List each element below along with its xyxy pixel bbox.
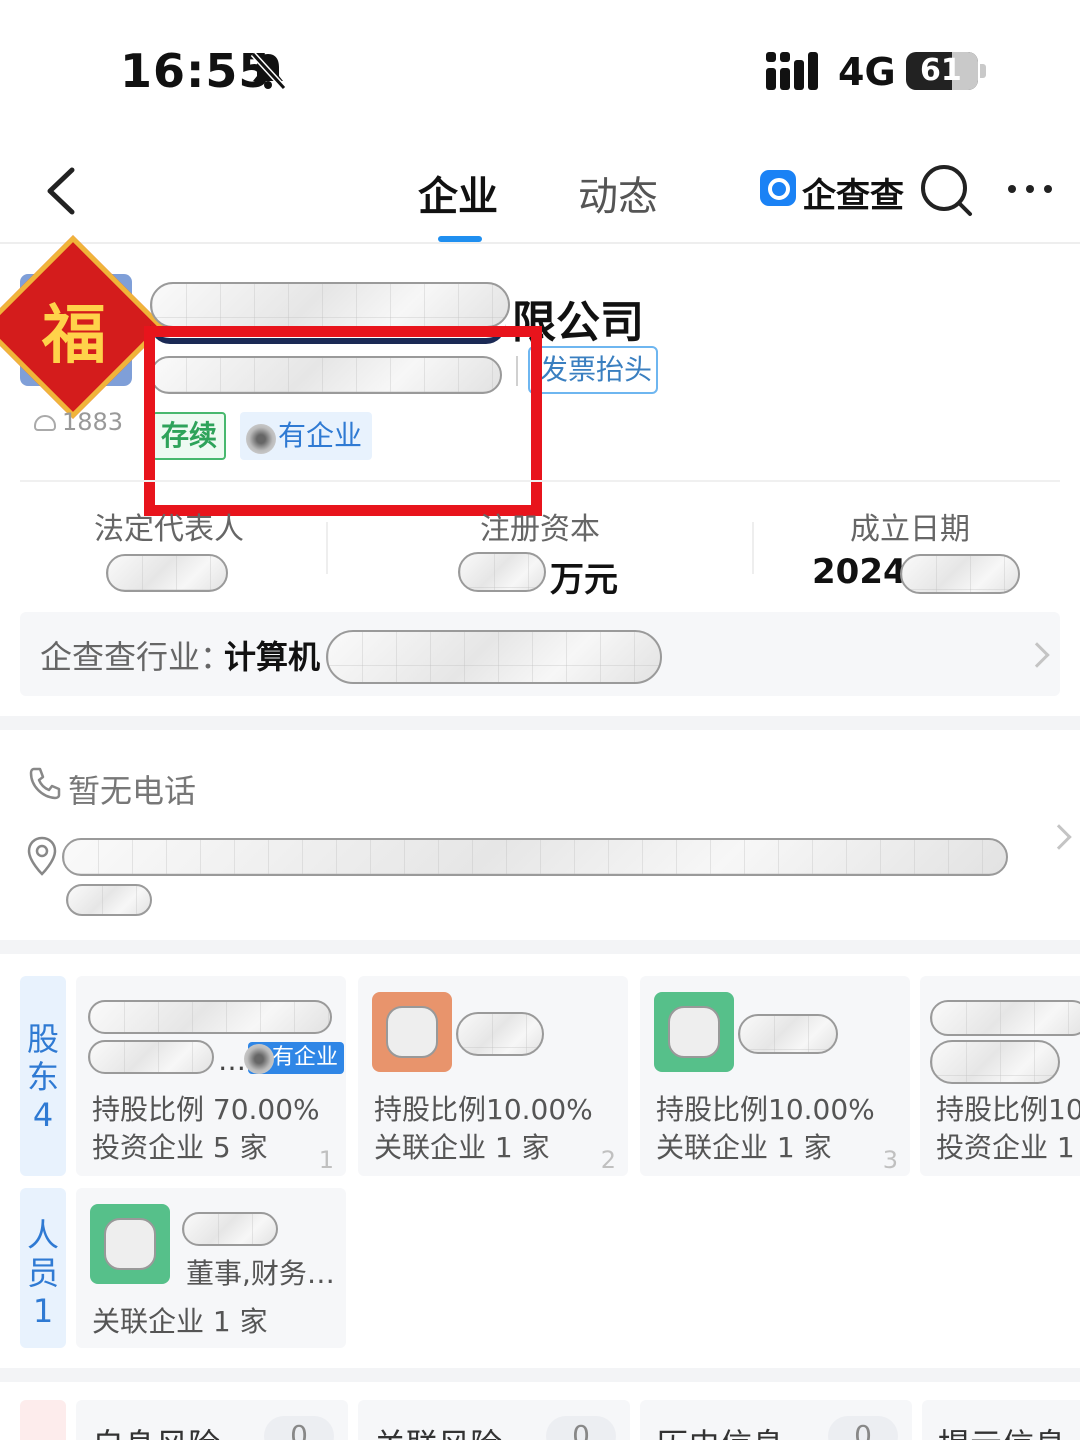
- shareholding-ratio: 持股比例10: [936, 1093, 1080, 1126]
- network-type: 4G: [838, 50, 896, 94]
- shareholder-name-line2-masked: [88, 1040, 214, 1074]
- section-divider: [0, 716, 1080, 730]
- view-count-value: 1883: [62, 408, 124, 436]
- bell-muted-icon: [250, 51, 287, 90]
- brand-name: 企查查: [802, 176, 904, 216]
- risk-count: 0: [828, 1416, 898, 1440]
- status-bar: 16:55 4G 61: [0, 0, 1080, 130]
- qichacha-logo-icon: [760, 170, 796, 206]
- staff-count: 1: [32, 1292, 54, 1330]
- founded-date-masked: [900, 554, 1020, 594]
- founded-year: 2024: [812, 552, 907, 592]
- side-label-char: 股: [26, 1020, 59, 1058]
- avatar: [654, 992, 734, 1072]
- shareholder-card[interactable]: 持股比例10.00% 关联企业 1 家 2: [358, 976, 628, 1176]
- capital-value-masked: [458, 552, 546, 592]
- shareholder-card[interactable]: … 有企业 持股比例 70.00% 投资企业 5 家 1: [76, 976, 346, 1176]
- side-label-char: 员: [26, 1254, 59, 1292]
- masked-char: [244, 1044, 274, 1074]
- battery-level: 61: [920, 53, 962, 88]
- ellipsis: …: [218, 1044, 246, 1077]
- legal-rep-value-masked[interactable]: [106, 554, 228, 592]
- section-divider: [0, 1368, 1080, 1382]
- risk-side-label[interactable]: [20, 1400, 66, 1440]
- avatar: [90, 1204, 170, 1284]
- risk-item-notice[interactable]: 提示信息: [922, 1400, 1080, 1440]
- view-count: 1883: [34, 408, 123, 436]
- company-name-masked: [150, 282, 510, 328]
- risk-item-related[interactable]: 关联风险 0: [358, 1400, 630, 1440]
- risk-count: 0: [546, 1416, 616, 1440]
- risk-label: 关联风险: [374, 1420, 502, 1440]
- risk-item-self[interactable]: 自身风险 0: [76, 1400, 348, 1440]
- shareholding-ratio: 持股比例10.00%: [374, 1093, 593, 1126]
- tab-active-indicator: [438, 236, 482, 242]
- fortune-char: 福: [42, 298, 106, 373]
- views-icon: [34, 415, 56, 431]
- divider: [752, 522, 754, 574]
- avatar: [372, 992, 452, 1072]
- nav-bar: 企业 动态 企查查: [0, 130, 1080, 244]
- location-pin-icon: [27, 836, 57, 876]
- divider: [20, 480, 1060, 482]
- industry-value: 计算机: [224, 638, 321, 676]
- signal-icon: [766, 52, 818, 90]
- shareholder-card[interactable]: 持股比例10.00% 关联企业 1 家 3: [640, 976, 910, 1176]
- side-label-char: 东: [26, 1058, 59, 1096]
- related-companies: 关联企业 1 家: [92, 1305, 268, 1338]
- founded-label: 成立日期: [850, 512, 970, 547]
- risk-label: 提示信息: [938, 1420, 1066, 1440]
- phone-icon: [29, 767, 61, 800]
- divider: [326, 522, 328, 574]
- invested-companies: 投资企业 5 家: [92, 1131, 268, 1164]
- industry-label: 企查查行业：: [40, 638, 233, 676]
- industry-row[interactable]: 企查查行业： 计算机: [20, 612, 1060, 696]
- search-icon[interactable]: [918, 162, 974, 218]
- battery-icon: 61: [906, 52, 978, 90]
- invoice-header-button[interactable]: 发票抬头: [528, 346, 658, 394]
- shareholder-name-line2-masked: [930, 1040, 1060, 1084]
- shareholder-name-masked: [930, 1000, 1080, 1036]
- address-masked[interactable]: [62, 838, 1008, 876]
- capital-label: 注册资本: [480, 512, 600, 547]
- legal-rep-label: 法定代表人: [94, 512, 244, 547]
- battery-tip: [980, 64, 986, 78]
- shareholder-name-masked: [88, 1000, 332, 1034]
- chevron-right-icon: [1024, 642, 1050, 668]
- tab-enterprise[interactable]: 企业: [418, 164, 498, 222]
- industry-detail-masked: [326, 630, 662, 684]
- shareholding-ratio: 持股比例10.00%: [656, 1093, 875, 1126]
- staff-name-masked: [182, 1212, 278, 1246]
- phone-value[interactable]: 暂无电话: [68, 766, 196, 812]
- card-index: 3: [882, 1146, 898, 1174]
- more-icon[interactable]: [1006, 174, 1054, 204]
- shareholder-name-masked: [738, 1014, 838, 1054]
- risk-item-history[interactable]: 历史信息 0: [640, 1400, 912, 1440]
- chevron-left-icon[interactable]: [40, 164, 84, 218]
- shareholders-count: 4: [32, 1096, 54, 1134]
- chevron-right-icon: [1046, 824, 1072, 850]
- staff-side-label[interactable]: 人 员 1: [20, 1188, 66, 1348]
- risk-label: 历史信息: [656, 1420, 784, 1440]
- shareholder-name-masked: [456, 1012, 544, 1056]
- side-label-char: 人: [26, 1216, 59, 1254]
- highlight-annotation-box: [144, 326, 542, 516]
- shareholder-card[interactable]: 持股比例10 投资企业 1 家: [920, 976, 1080, 1176]
- shareholding-ratio: 持股比例 70.00%: [92, 1093, 320, 1126]
- address-line2-masked: [66, 884, 152, 916]
- section-divider: [0, 940, 1080, 954]
- card-index: 2: [600, 1146, 616, 1174]
- invested-companies: 投资企业 1 家: [936, 1131, 1080, 1164]
- related-companies: 关联企业 1 家: [374, 1131, 550, 1164]
- capital-unit: 万元: [550, 560, 618, 600]
- risk-label: 自身风险: [92, 1420, 220, 1440]
- tab-news[interactable]: 动态: [578, 164, 658, 222]
- risk-count: 0: [264, 1416, 334, 1440]
- staff-card[interactable]: 董事,财务… 关联企业 1 家: [76, 1188, 346, 1348]
- related-companies: 关联企业 1 家: [656, 1131, 832, 1164]
- staff-role: 董事,财务…: [186, 1257, 335, 1290]
- shareholders-side-label[interactable]: 股 东 4: [20, 976, 66, 1176]
- card-index: 1: [318, 1146, 334, 1174]
